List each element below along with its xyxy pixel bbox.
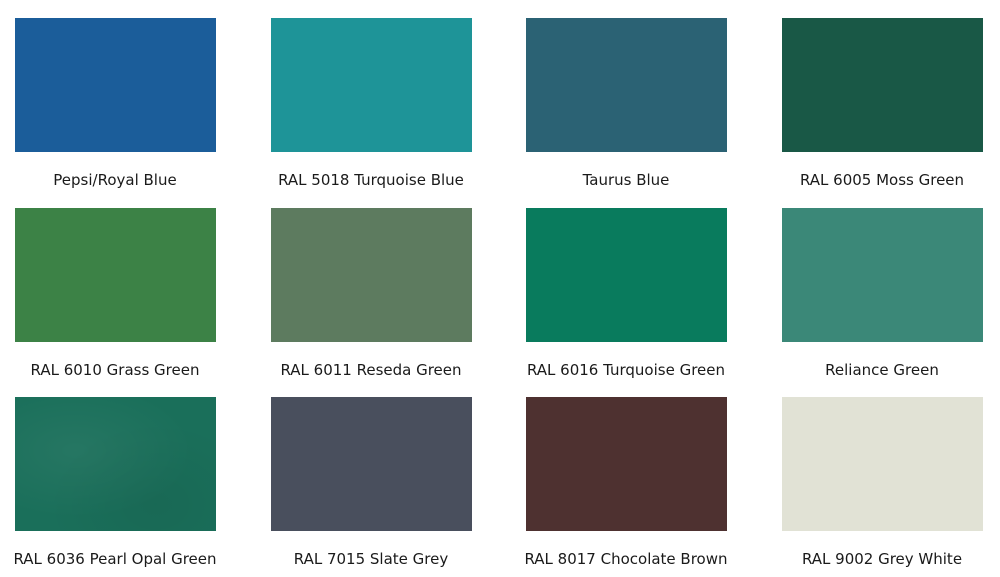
swatch-label: Reliance Green: [825, 361, 939, 379]
swatch-label: Taurus Blue: [582, 171, 670, 189]
color-swatch-grid: Pepsi/Royal Blue RAL 5018 Turquoise Blue…: [0, 0, 1000, 576]
swatch-card-reliance-green: Reliance Green: [782, 208, 1000, 388]
swatch-label: RAL 5018 Turquoise Blue: [278, 171, 464, 189]
swatch-card-ral-9002: RAL 9002 Grey White: [782, 397, 1000, 577]
color-swatch: [782, 208, 983, 342]
swatch-label: RAL 6016 Turquoise Green: [526, 361, 726, 379]
swatch-label: RAL 6036 Pearl Opal Green: [13, 550, 217, 568]
swatch-card-taurus-blue: Taurus Blue: [526, 18, 766, 198]
color-swatch: [526, 18, 727, 152]
color-swatch: [15, 397, 216, 531]
swatch-card-ral-6036: RAL 6036 Pearl Opal Green: [13, 397, 255, 577]
swatch-card-ral-8017: RAL 8017 Chocolate Brown: [524, 397, 766, 577]
color-swatch: [526, 397, 727, 531]
color-swatch: [15, 18, 216, 152]
swatch-card-ral-6005: RAL 6005 Moss Green: [782, 18, 1000, 198]
color-swatch: [271, 397, 472, 531]
swatch-card-ral-6016: RAL 6016 Turquoise Green: [526, 208, 766, 388]
swatch-card-ral-5018: RAL 5018 Turquoise Blue: [271, 18, 511, 198]
swatch-card-ral-6010: RAL 6010 Grass Green: [15, 208, 255, 388]
color-swatch: [782, 18, 983, 152]
swatch-label: RAL 6011 Reseda Green: [280, 361, 462, 379]
swatch-card-ral-6011: RAL 6011 Reseda Green: [271, 208, 511, 388]
color-swatch: [782, 397, 983, 531]
swatch-card-ral-7015: RAL 7015 Slate Grey: [271, 397, 511, 577]
swatch-label: RAL 6010 Grass Green: [30, 361, 200, 379]
swatch-label: RAL 6005 Moss Green: [799, 171, 965, 189]
color-swatch: [526, 208, 727, 342]
swatch-card-pepsi-royal-blue: Pepsi/Royal Blue: [15, 18, 255, 198]
color-swatch: [271, 208, 472, 342]
swatch-label: RAL 8017 Chocolate Brown: [524, 550, 728, 568]
swatch-label: RAL 9002 Grey White: [801, 550, 963, 568]
color-swatch: [271, 18, 472, 152]
swatch-label: Pepsi/Royal Blue: [53, 171, 177, 189]
color-swatch: [15, 208, 216, 342]
swatch-label: RAL 7015 Slate Grey: [293, 550, 449, 568]
